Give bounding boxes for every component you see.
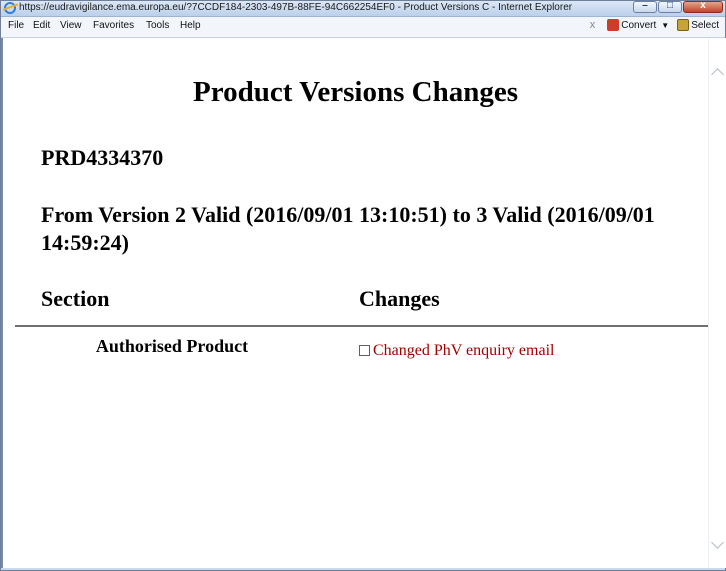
menu-edit[interactable]: Edit bbox=[33, 20, 50, 31]
window-title: https://eudravigilance.ema.europa.eu/?7C… bbox=[19, 2, 573, 13]
close-window-button[interactable]: x bbox=[683, 0, 723, 13]
page-content: Product Versions Changes PRD4334370 From… bbox=[3, 38, 708, 568]
scroll-down-icon[interactable] bbox=[711, 536, 724, 549]
menu-file[interactable]: File bbox=[8, 20, 24, 31]
internet-explorer-icon bbox=[4, 2, 16, 14]
convert-button[interactable]: Convert bbox=[621, 20, 656, 31]
maximize-button[interactable]: □ bbox=[658, 0, 682, 13]
page-title: Product Versions Changes bbox=[193, 76, 518, 108]
version-range: From Version 2 Valid (2016/09/01 13:10:5… bbox=[41, 202, 655, 255]
vertical-scrollbar[interactable] bbox=[708, 38, 726, 568]
close-icon: x bbox=[700, 0, 706, 11]
row-change-text: Changed PhV enquiry email bbox=[373, 342, 555, 359]
column-header-changes: Changes bbox=[359, 286, 440, 311]
menu-bar: File Edit View Favorites Tools Help x Co… bbox=[1, 17, 725, 38]
menu-favorites[interactable]: Favorites bbox=[93, 20, 134, 31]
minimize-icon: – bbox=[642, 0, 648, 11]
menu-view[interactable]: View bbox=[60, 20, 82, 31]
title-bar: https://eudravigilance.ema.europa.eu/?7C… bbox=[1, 0, 725, 17]
select-icon bbox=[677, 19, 690, 31]
close-toolbar-button[interactable]: x bbox=[590, 19, 596, 31]
row-section-name: Authorised Product bbox=[95, 336, 249, 356]
header-divider bbox=[15, 325, 708, 327]
row-change-item: Changed PhV enquiry email bbox=[359, 342, 554, 360]
convert-dropdown-icon[interactable]: ▼ bbox=[661, 21, 669, 30]
minimize-button[interactable]: – bbox=[633, 0, 657, 13]
product-id: PRD4334370 bbox=[41, 145, 164, 170]
window-controls: – □ x bbox=[632, 0, 723, 15]
column-header-section: Section bbox=[41, 286, 110, 311]
toolbar-right: x Convert ▼ Select bbox=[590, 19, 719, 31]
change-checkbox bbox=[359, 345, 370, 356]
scroll-up-icon[interactable] bbox=[711, 68, 724, 81]
pdf-convert-icon bbox=[607, 19, 620, 31]
menu-tools[interactable]: Tools bbox=[146, 20, 169, 31]
select-button[interactable]: Select bbox=[691, 20, 719, 31]
maximize-icon: □ bbox=[666, 0, 674, 11]
browser-window: https://eudravigilance.ema.europa.eu/?7C… bbox=[0, 0, 726, 571]
menu-help[interactable]: Help bbox=[180, 20, 201, 31]
